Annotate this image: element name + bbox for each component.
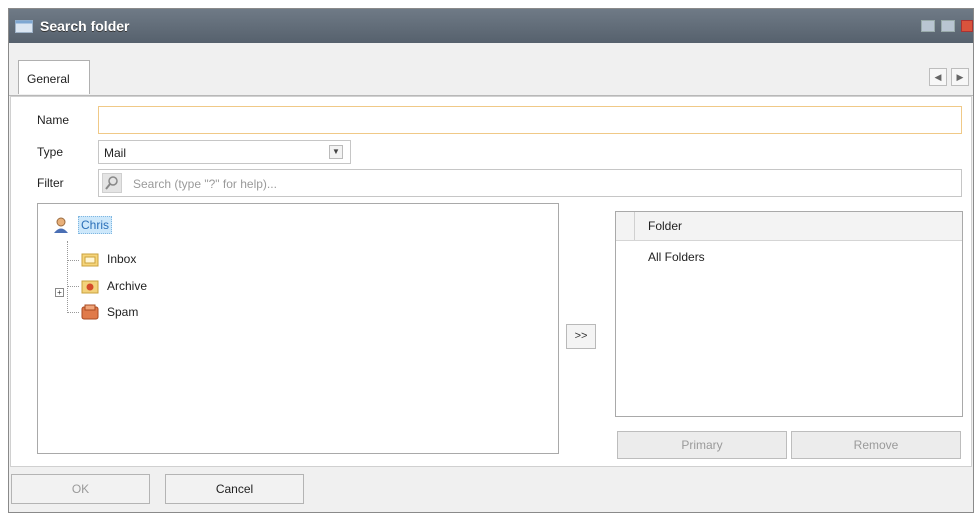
tree-node-chris-label: Chris — [78, 216, 113, 234]
tree-connector — [67, 260, 79, 261]
primary-button[interactable]: Primary — [617, 431, 787, 459]
filter-input[interactable]: Search (type "?" for help)... — [98, 169, 962, 197]
folder-tree[interactable]: + Chris Inbox Archive Spam — [37, 203, 559, 454]
tree-connector — [67, 286, 79, 287]
general-panel: Name Type Mail ▼ Filter Search (type "?"… — [10, 96, 972, 467]
tree-node-chris[interactable]: Chris — [52, 216, 113, 234]
grid-header-folder[interactable]: Folder — [648, 219, 682, 233]
tree-node-archive-label: Archive — [107, 279, 148, 293]
grid-header: Folder — [616, 212, 962, 241]
type-select[interactable]: Mail ▼ — [98, 140, 351, 164]
tree-node-spam-label: Spam — [107, 305, 139, 319]
title-bar[interactable]: Search folder — [9, 9, 973, 43]
filter-label: Filter — [37, 176, 64, 190]
tab-general-label: General — [27, 72, 70, 86]
tree-connector — [67, 241, 68, 313]
tree-node-inbox-label: Inbox — [107, 252, 137, 266]
window-title: Search folder — [40, 18, 130, 34]
folder-window-icon — [15, 20, 33, 33]
remove-button[interactable]: Remove — [791, 431, 961, 459]
filter-placeholder: Search (type "?" for help)... — [133, 177, 277, 191]
cancel-button[interactable]: Cancel — [165, 474, 304, 504]
type-select-value: Mail — [104, 146, 127, 160]
name-field[interactable] — [98, 106, 962, 134]
type-label: Type — [37, 145, 64, 159]
tree-node-spam[interactable]: Spam — [81, 304, 138, 320]
search-icon[interactable] — [102, 173, 122, 193]
chevron-down-icon[interactable]: ▼ — [329, 145, 343, 159]
minimize-icon[interactable] — [921, 20, 935, 32]
tree-node-archive[interactable]: Archive — [81, 278, 147, 294]
table-row[interactable]: All Folders — [648, 250, 705, 264]
add-folder-button[interactable]: >> — [566, 324, 596, 349]
tree-connector — [67, 312, 79, 313]
archive-folder-icon — [81, 280, 99, 294]
grid-header-gutter — [616, 212, 635, 240]
spam-folder-icon — [81, 304, 99, 320]
tab-general[interactable]: General — [18, 60, 90, 94]
search-folder-dialog: Search folder General ◀ ▶ Name Type Mail… — [8, 8, 974, 513]
maximize-icon[interactable] — [941, 20, 955, 32]
tab-next-icon[interactable]: ▶ — [951, 68, 969, 86]
tab-strip: General ◀ ▶ — [9, 60, 973, 96]
expand-icon[interactable]: + — [55, 288, 64, 297]
name-label: Name — [37, 113, 70, 127]
tab-prev-icon[interactable]: ◀ — [929, 68, 947, 86]
tree-node-inbox[interactable]: Inbox — [81, 251, 136, 267]
selected-folders-grid[interactable]: Folder All Folders — [615, 211, 963, 417]
user-icon — [54, 217, 68, 233]
inbox-folder-icon — [81, 253, 99, 267]
ok-button[interactable]: OK — [11, 474, 150, 504]
close-icon[interactable] — [961, 20, 973, 32]
